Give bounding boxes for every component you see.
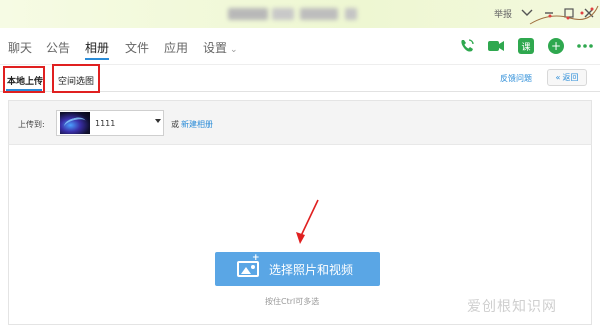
blurred-group-name [345, 8, 357, 20]
blurred-group-name [300, 8, 338, 20]
blurred-group-name [272, 8, 294, 20]
close-icon[interactable] [580, 4, 598, 22]
album-thumbnail [60, 112, 90, 134]
video-icon[interactable] [487, 37, 505, 55]
report-link[interactable]: 举报 [494, 7, 512, 20]
add-image-icon [237, 261, 259, 277]
tab-settings[interactable]: 设置 ⌄ [203, 39, 238, 56]
course-icon[interactable]: 课 [517, 37, 535, 55]
course-icon-label: 课 [518, 38, 534, 54]
select-photos-videos-button[interactable]: 选择照片和视频 [215, 252, 380, 286]
tab-album[interactable]: 相册 [85, 39, 109, 56]
upload-to-label: 上传到: [18, 120, 45, 129]
active-tab-indicator [85, 58, 109, 60]
back-button[interactable]: « 返回 [547, 69, 587, 86]
add-icon[interactable]: + [547, 37, 565, 55]
feedback-link[interactable]: 反馈问题 [500, 73, 532, 84]
select-button-label: 选择照片和视频 [269, 262, 354, 277]
back-button-label: 返回 [562, 73, 579, 82]
new-album-link[interactable]: 新建相册 [181, 119, 213, 130]
multi-select-hint: 按住Ctrl可多选 [265, 297, 320, 306]
chevron-down-icon: ⌄ [230, 45, 238, 55]
double-chevron-left-icon: « [555, 73, 561, 82]
tab-settings-label: 设置 [203, 41, 228, 55]
blurred-group-name [228, 8, 268, 20]
maximize-icon[interactable] [560, 4, 578, 22]
tab-files[interactable]: 文件 [125, 39, 149, 56]
tab-apps[interactable]: 应用 [164, 39, 188, 56]
tab-announcement[interactable]: 公告 [46, 39, 70, 56]
more-icon[interactable] [576, 37, 594, 55]
annotation-box-local-upload [3, 66, 45, 93]
phone-icon[interactable] [458, 37, 476, 55]
or-label: 或 [171, 120, 179, 129]
tab-chat[interactable]: 聊天 [8, 39, 32, 56]
annotation-box-space-pick [52, 64, 100, 93]
watermark: 爱创根知识网 [467, 299, 557, 315]
title-bar: 举报 [0, 0, 600, 28]
chevron-down-icon[interactable] [518, 4, 536, 22]
minimize-icon[interactable] [540, 4, 558, 22]
plus-badge-icon: + [252, 253, 260, 263]
album-name: 1111 [95, 119, 116, 128]
plus-glyph: + [548, 38, 564, 54]
caret-down-icon[interactable] [155, 119, 161, 123]
